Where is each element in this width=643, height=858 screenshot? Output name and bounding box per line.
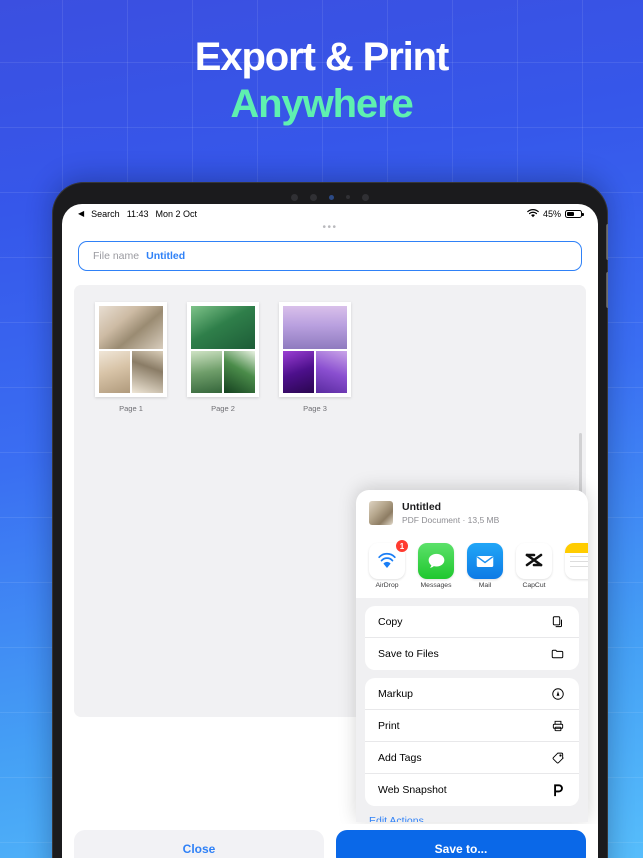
photo-tile <box>191 306 255 349</box>
page-thumbnail-item[interactable]: Page 2 <box>187 302 259 413</box>
share-app-row[interactable]: 1 AirDrop Messages Mail CapCut <box>356 536 588 598</box>
share-app-capcut[interactable]: CapCut <box>516 543 552 589</box>
page-caption: Page 2 <box>211 404 235 413</box>
share-action-label: Copy <box>378 615 403 628</box>
edit-actions-link[interactable]: Edit Actions <box>356 806 588 822</box>
markup-icon <box>549 685 566 702</box>
status-time: 11:43 <box>126 209 149 219</box>
page-thumbnail-item[interactable]: Page 3 <box>279 302 351 413</box>
share-app-airdrop[interactable]: 1 AirDrop <box>369 539 409 589</box>
photo-tile <box>191 350 222 393</box>
share-sheet-header: Untitled PDF Document · 13,5 MB <box>356 490 588 536</box>
share-action-print[interactable]: Print <box>365 710 579 742</box>
copy-icon <box>549 613 566 630</box>
volume-down-button[interactable] <box>606 272 608 308</box>
share-action-label: Web Snapshot <box>378 784 447 796</box>
back-arrow-icon[interactable]: ◀ <box>78 210 84 218</box>
bottom-action-bar: Close Save to... <box>62 824 598 858</box>
share-action-label: Add Tags <box>378 751 422 764</box>
collage-top-row <box>283 306 347 349</box>
save-to-button[interactable]: Save to... <box>336 830 586 858</box>
multitasking-indicator[interactable]: ••• <box>62 223 598 235</box>
collage-top-row <box>99 306 163 349</box>
camera-dot <box>310 193 317 201</box>
headline-line-2: Anywhere <box>230 82 413 127</box>
mail-icon[interactable] <box>467 543 503 579</box>
share-app-notes[interactable] <box>565 543 588 589</box>
photo-tile <box>99 350 130 393</box>
tablet-device-frame: ◀ Search 11:43 Mon 2 Oct 45% ••• File na… <box>52 182 608 858</box>
page-caption: Page 1 <box>119 404 143 413</box>
share-file-title: Untitled <box>402 501 442 513</box>
share-action-markup[interactable]: Markup <box>365 678 579 710</box>
share-app-label: AirDrop <box>375 582 399 589</box>
photo-tile <box>224 350 255 393</box>
share-action-copy[interactable]: Copy <box>365 606 579 638</box>
share-sheet: Untitled PDF Document · 13,5 MB 1 AirDro… <box>356 490 588 822</box>
messages-icon[interactable] <box>418 543 454 579</box>
front-camera-array <box>52 190 608 204</box>
status-bar-left: ◀ Search 11:43 Mon 2 Oct <box>78 209 197 219</box>
headline-line-1: Export & Print <box>194 35 450 79</box>
share-app-label: Mail <box>478 582 492 589</box>
share-action-label: Markup <box>378 687 414 700</box>
photo-tile <box>132 350 163 393</box>
collage-bottom-row <box>99 350 163 393</box>
photo-tile <box>99 306 163 349</box>
battery-icon <box>565 209 584 219</box>
document-thumbnail <box>369 501 393 525</box>
sensor-dot-small <box>346 195 350 199</box>
notes-icon[interactable] <box>565 543 588 579</box>
page-thumbnail-card[interactable] <box>95 302 167 397</box>
status-bar: ◀ Search 11:43 Mon 2 Oct 45% <box>62 204 598 224</box>
tag-icon <box>549 749 566 766</box>
document-scrollbar[interactable] <box>578 433 582 497</box>
share-app-messages[interactable]: Messages <box>418 543 454 589</box>
airdrop-badge: 1 <box>395 539 409 553</box>
status-date: Mon 2 Oct <box>155 209 198 219</box>
filename-input[interactable]: File name Untitled <box>78 241 582 271</box>
filename-row: File name Untitled <box>62 235 598 271</box>
filename-label: File name <box>93 250 140 262</box>
status-back-label[interactable]: Search <box>91 209 120 219</box>
share-action-group-2: Markup Print Add Tags Web Snapshot <box>365 678 579 806</box>
capcut-icon[interactable] <box>516 543 552 579</box>
camera-lens-dot <box>329 194 334 200</box>
airdrop-icon[interactable]: 1 <box>369 539 409 579</box>
camera-dot-2 <box>362 193 369 201</box>
page-thumbnail-list: Page 1 Page 2 Page 3 <box>74 285 586 413</box>
folder-icon <box>549 646 566 663</box>
printer-icon <box>549 717 566 734</box>
photo-tile <box>283 306 347 349</box>
filename-value[interactable]: Untitled <box>146 250 185 262</box>
volume-up-button[interactable] <box>606 224 608 260</box>
photo-tile <box>316 350 347 393</box>
pocket-icon <box>549 782 566 799</box>
share-action-label: Print <box>378 719 400 732</box>
share-action-label: Save to Files <box>378 648 439 660</box>
page-caption: Page 3 <box>303 404 327 413</box>
collage-bottom-row <box>283 350 347 393</box>
photo-tile <box>283 350 314 393</box>
share-file-subtitle: PDF Document · 13,5 MB <box>402 515 500 525</box>
status-bar-right: 45% <box>527 208 584 220</box>
battery-percent-label: 45% <box>542 209 561 219</box>
share-action-save-to-files[interactable]: Save to Files <box>365 638 579 670</box>
collage-top-row <box>191 306 255 349</box>
wifi-icon <box>527 208 539 220</box>
share-action-add-tags[interactable]: Add Tags <box>365 742 579 774</box>
share-app-mail[interactable]: Mail <box>467 543 503 589</box>
page-thumbnail-card[interactable] <box>187 302 259 397</box>
share-action-group-1: Copy Save to Files <box>365 606 579 670</box>
promo-headline: Export & Print Anywhere <box>0 34 643 128</box>
sensor-dot <box>291 193 298 201</box>
share-app-label: CapCut <box>522 582 546 589</box>
share-app-label: Messages <box>420 582 452 589</box>
share-action-web-snapshot[interactable]: Web Snapshot <box>365 774 579 806</box>
page-thumbnail-item[interactable]: Page 1 <box>95 302 167 413</box>
collage-bottom-row <box>191 350 255 393</box>
page-thumbnail-card[interactable] <box>279 302 351 397</box>
close-button[interactable]: Close <box>74 830 324 858</box>
tablet-screen: ◀ Search 11:43 Mon 2 Oct 45% ••• File na… <box>62 204 598 858</box>
